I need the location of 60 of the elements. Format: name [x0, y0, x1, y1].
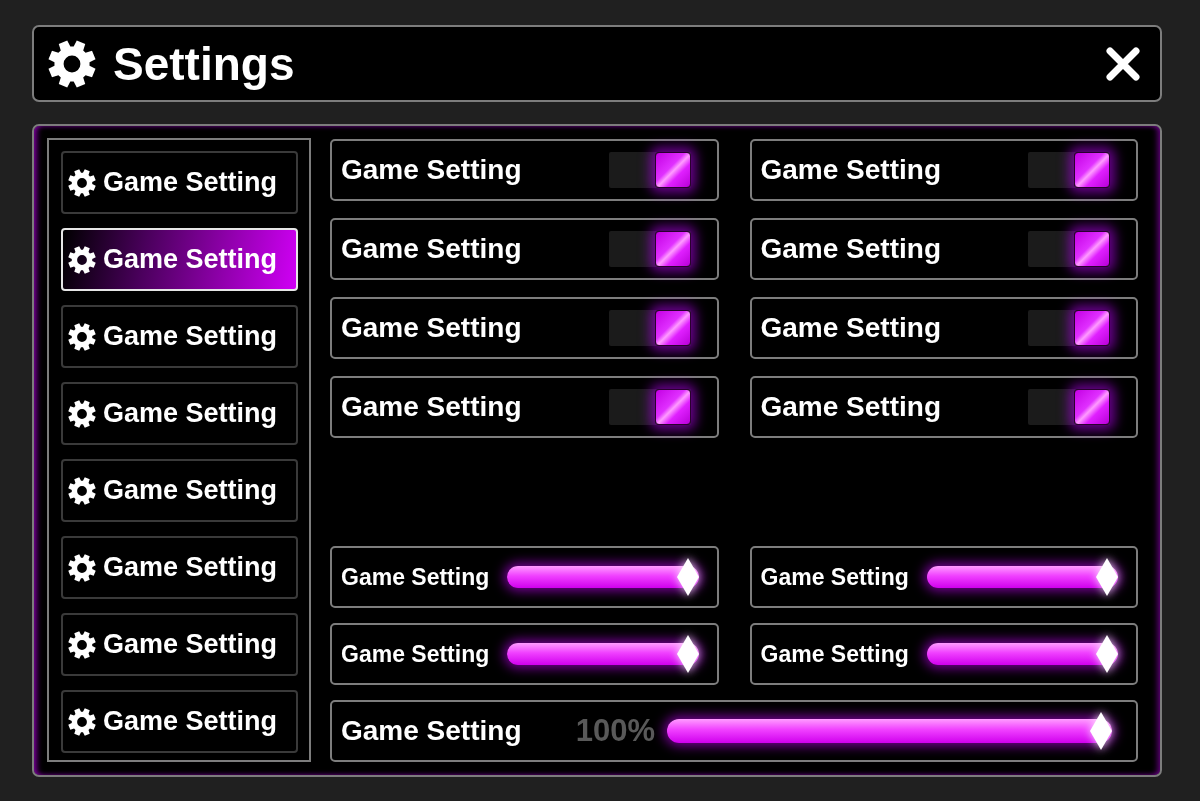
sidebar-item[interactable]: Game Setting — [61, 690, 298, 753]
slider-thumb[interactable] — [1090, 712, 1112, 750]
close-button[interactable] — [1106, 46, 1140, 81]
gear-icon — [68, 168, 96, 197]
slider-track[interactable] — [926, 635, 1118, 673]
gear-icon — [68, 399, 96, 428]
sidebar-item[interactable]: Game Setting — [61, 613, 298, 676]
setting-label: Game Setting — [760, 391, 942, 423]
toggle-switch[interactable] — [1028, 389, 1110, 425]
sidebar-item[interactable]: Game Setting — [61, 382, 298, 445]
gear-icon — [68, 630, 96, 659]
slider-thumb[interactable] — [676, 635, 699, 673]
slider-track[interactable] — [926, 558, 1118, 596]
slider-thumb[interactable] — [1096, 635, 1118, 673]
gear-icon — [68, 553, 96, 582]
toggle-switch[interactable] — [1028, 152, 1110, 188]
toggle-switch[interactable] — [608, 389, 691, 425]
slider-thumb[interactable] — [1096, 558, 1118, 596]
close-icon — [1106, 46, 1140, 81]
toggle-knob — [654, 310, 691, 346]
sidebar-item[interactable]: Game Setting — [61, 228, 298, 291]
slider-value: 100% — [575, 713, 655, 749]
setting-label: Game Setting — [760, 640, 909, 668]
toggle-switch[interactable] — [608, 231, 691, 267]
gear-icon — [68, 322, 96, 351]
setting-label: Game Setting — [341, 154, 523, 186]
toggle-knob — [1074, 389, 1110, 425]
sidebar-item[interactable]: Game Setting — [61, 536, 298, 599]
gear-icon — [68, 245, 96, 274]
toggle-switch[interactable] — [608, 310, 691, 346]
sidebar-item[interactable]: Game Setting — [61, 151, 298, 214]
setting-label: Game Setting — [760, 154, 942, 186]
gear-icon — [68, 476, 96, 505]
gear-icon — [48, 39, 96, 88]
toggle-switch[interactable] — [1028, 231, 1110, 267]
sidebar-item[interactable]: Game Setting — [61, 459, 298, 522]
slider-track[interactable] — [507, 558, 699, 596]
setting-label: Game Setting — [341, 563, 490, 591]
toggle-knob — [1074, 152, 1110, 188]
toggle-knob — [1074, 231, 1110, 267]
setting-label: Game Setting — [341, 233, 523, 265]
setting-label: Game Setting — [760, 233, 942, 265]
setting-label: Game Setting — [341, 640, 490, 668]
toggle-knob — [654, 152, 691, 188]
toggle-switch[interactable] — [1028, 310, 1110, 346]
setting-label: Game Setting — [341, 391, 523, 423]
slider-thumb[interactable] — [676, 558, 699, 596]
toggle-knob — [654, 231, 691, 267]
slider-track[interactable] — [507, 635, 699, 673]
sidebar-item[interactable]: Game Setting — [61, 305, 298, 368]
setting-label: Game Setting — [760, 563, 909, 591]
toggle-knob — [1074, 310, 1110, 346]
window-title: Settings — [113, 36, 295, 91]
setting-label: Game Setting — [341, 312, 523, 344]
toggle-knob — [654, 389, 691, 425]
setting-label: Game Setting — [341, 715, 522, 747]
toggle-switch[interactable] — [608, 152, 691, 188]
gear-icon — [68, 707, 96, 736]
slider-track[interactable] — [667, 712, 1112, 750]
setting-label: Game Setting — [760, 312, 942, 344]
